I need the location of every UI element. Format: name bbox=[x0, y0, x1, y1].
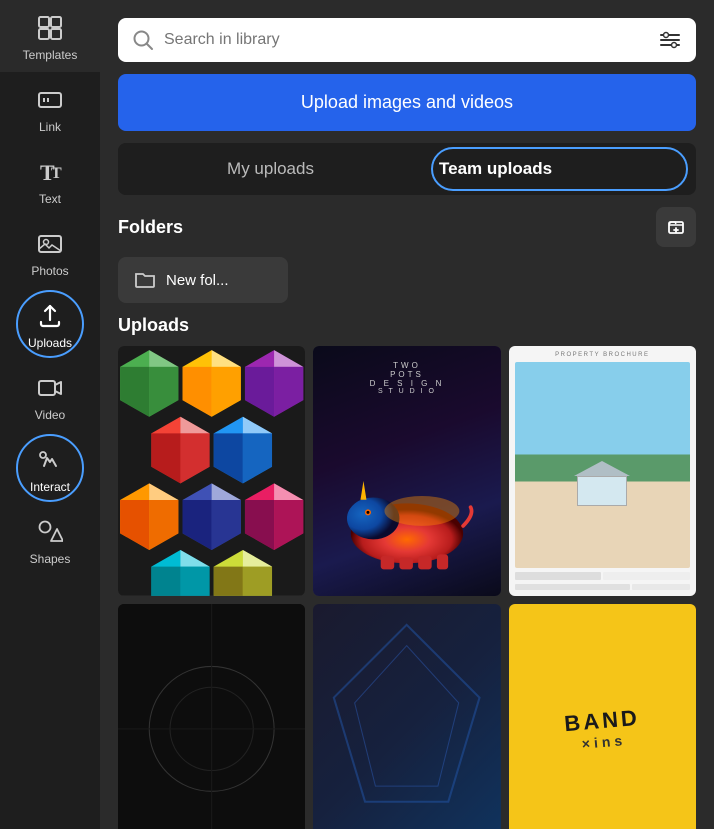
sidebar-item-uploads[interactable]: Uploads bbox=[0, 288, 100, 360]
search-input[interactable] bbox=[164, 31, 648, 49]
upload-images-videos-button[interactable]: Upload images and videos bbox=[118, 74, 696, 131]
svg-text:T: T bbox=[51, 165, 62, 182]
upload-icon bbox=[36, 302, 64, 330]
uploads-grid: TWO POTS D E S I G N S T U D I O bbox=[118, 346, 696, 829]
sidebar-item-label-video: Video bbox=[35, 408, 65, 422]
sidebar-item-label-photos: Photos bbox=[31, 264, 68, 278]
sidebar: Templates Link T T Text P bbox=[0, 0, 100, 829]
folders-section: Folders New fol... bbox=[118, 207, 696, 303]
search-icon bbox=[132, 29, 154, 51]
tab-team-uploads-wrapper: Team uploads bbox=[423, 143, 696, 195]
uploads-title: Uploads bbox=[118, 315, 696, 336]
sidebar-item-label-link: Link bbox=[39, 120, 61, 134]
filter-icon[interactable] bbox=[658, 28, 682, 52]
sidebar-item-link[interactable]: Link bbox=[0, 72, 100, 144]
text-icon: T T bbox=[36, 158, 64, 186]
sidebar-item-text[interactable]: T T Text bbox=[0, 144, 100, 216]
folders-header: Folders bbox=[118, 207, 696, 247]
interact-icon bbox=[36, 446, 64, 474]
upload-thumb-2[interactable]: TWO POTS D E S I G N S T U D I O bbox=[313, 346, 500, 596]
sidebar-item-shapes[interactable]: Shapes bbox=[0, 504, 100, 576]
sidebar-item-label-text: Text bbox=[39, 192, 61, 206]
folder-name: New fol... bbox=[166, 272, 229, 289]
upload-thumb-5[interactable] bbox=[313, 604, 500, 829]
search-bar bbox=[118, 18, 696, 62]
folders-list: New fol... bbox=[118, 257, 696, 303]
upload-thumb-6[interactable]: BAND ×ins bbox=[509, 604, 696, 829]
sidebar-item-label-shapes: Shapes bbox=[30, 552, 71, 566]
sidebar-item-label-uploads: Uploads bbox=[28, 336, 72, 350]
sidebar-item-interact[interactable]: Interact bbox=[0, 432, 100, 504]
folders-title: Folders bbox=[118, 217, 183, 238]
sidebar-item-label-interact: Interact bbox=[30, 480, 70, 494]
upload-thumb-4[interactable] bbox=[118, 604, 305, 829]
shapes-icon bbox=[36, 518, 64, 546]
sidebar-item-templates[interactable]: Templates bbox=[0, 0, 100, 72]
tabs-container: My uploads Team uploads bbox=[118, 143, 696, 195]
photo-icon bbox=[36, 230, 64, 258]
tab-team-uploads[interactable]: Team uploads bbox=[423, 143, 568, 195]
sidebar-item-photos[interactable]: Photos bbox=[0, 216, 100, 288]
sidebar-item-video[interactable]: Video bbox=[0, 360, 100, 432]
add-folder-button[interactable] bbox=[656, 207, 696, 247]
upload-thumb-1[interactable] bbox=[118, 346, 305, 596]
grid-icon bbox=[36, 14, 64, 42]
uploads-section: Uploads bbox=[118, 315, 696, 829]
sidebar-item-label-templates: Templates bbox=[23, 48, 78, 62]
tab-my-uploads[interactable]: My uploads bbox=[118, 143, 423, 195]
folder-item-new[interactable]: New fol... bbox=[118, 257, 288, 303]
link-icon bbox=[36, 86, 64, 114]
upload-thumb-3[interactable]: PROPERTY BROCHURE bbox=[509, 346, 696, 596]
video-icon bbox=[36, 374, 64, 402]
main-content: Upload images and videos My uploads Team… bbox=[100, 0, 714, 829]
